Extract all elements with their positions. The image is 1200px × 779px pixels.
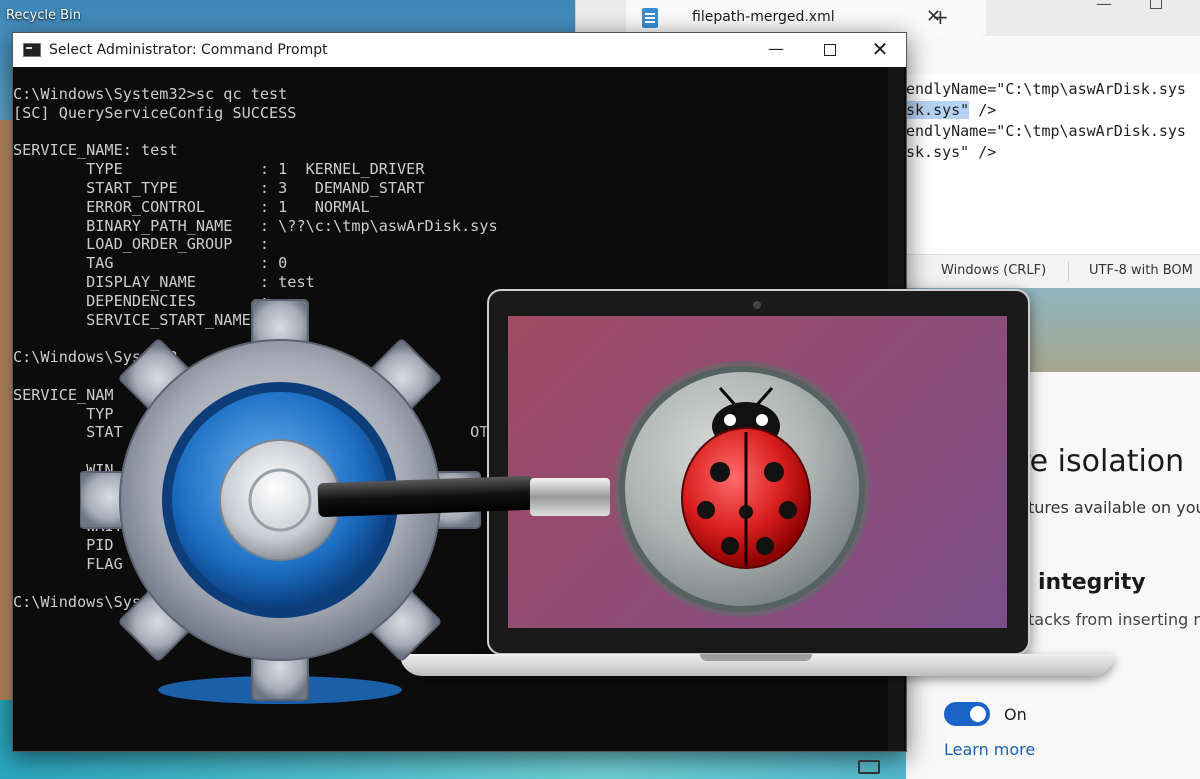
notepad-tab-title: filepath-merged.xml	[692, 9, 835, 25]
status-line-ending[interactable]: Windows (CRLF)	[941, 263, 1046, 278]
cmd-icon	[23, 43, 41, 57]
new-tab-button[interactable]: +	[932, 5, 949, 29]
memory-integrity-toggle[interactable]	[944, 702, 990, 726]
toggle-state-label: On	[1004, 705, 1027, 724]
status-divider	[1068, 261, 1069, 281]
cmd-close-button[interactable]: ✕	[853, 33, 907, 67]
cmd-titlebar[interactable]: Select Administrator: Command Prompt — ✕	[13, 33, 906, 67]
console-line: TAG : 0	[13, 254, 288, 273]
console-line: C:\Windows\System32>sc qc test	[13, 85, 288, 103]
notepad-statusbar: Windows (CRLF) UTF-8 with BOM	[906, 254, 1200, 288]
console-line: SERVICE_NAME: test	[13, 141, 178, 160]
memory-integrity-heading: integrity	[1038, 570, 1146, 595]
security-page-title: re isolation	[1018, 444, 1185, 479]
taskbar-icon[interactable]	[858, 760, 880, 774]
laptop-camera	[753, 301, 761, 309]
editor-line-rest: />	[969, 101, 997, 119]
laptop-notch	[700, 654, 812, 661]
magnifying-glass-icon	[317, 361, 870, 617]
console-line: ERROR_CONTROL : 1 NORMAL	[13, 197, 370, 216]
selected-text: sk.sys"	[906, 101, 970, 119]
maximize-icon	[824, 43, 836, 56]
notepad-icon	[642, 8, 658, 28]
status-encoding[interactable]: UTF-8 with BOM	[1089, 263, 1193, 278]
console-line: [SC] QueryServiceConfig SUCCESS	[13, 103, 297, 122]
editor-line: sk.sys" />	[906, 143, 997, 161]
laptop-base	[400, 654, 1114, 676]
cmd-maximize-button[interactable]	[803, 33, 857, 67]
console-line: TYPE : 1 KERNEL_DRIVER	[13, 160, 425, 179]
console-line: START_TYPE : 3 DEMAND_START	[13, 178, 425, 197]
console-line: BINARY_PATH_NAME : \??\c:\tmp\aswArDisk.…	[13, 216, 498, 235]
notepad-tabbar: filepath-merged.xml ✕ + —	[576, 0, 1200, 36]
notepad-maximize-button[interactable]	[1150, 0, 1162, 9]
editor-line: endlyName="C:\tmp\aswArDisk.sys	[906, 122, 1186, 140]
learn-more-link[interactable]: Learn more	[944, 740, 1035, 759]
notepad-minimize-button[interactable]: —	[1096, 0, 1112, 13]
recycle-bin-label[interactable]: Recycle Bin	[6, 8, 81, 23]
editor-line: sk.sys" />	[906, 101, 996, 119]
console-line: LOAD_ORDER_GROUP :	[13, 235, 270, 254]
cmd-window-title: Select Administrator: Command Prompt	[49, 42, 328, 58]
security-subtitle: tures available on you	[1028, 498, 1200, 517]
toggle-knob	[970, 706, 986, 722]
cmd-minimize-button[interactable]: —	[749, 33, 803, 67]
notepad-editor[interactable]: endlyName="C:\tmp\aswArDisk.sys sk.sys" …	[906, 74, 1200, 254]
memory-integrity-description: tacks from inserting m	[1028, 610, 1200, 629]
editor-line: endlyName="C:\tmp\aswArDisk.sys	[906, 80, 1186, 98]
